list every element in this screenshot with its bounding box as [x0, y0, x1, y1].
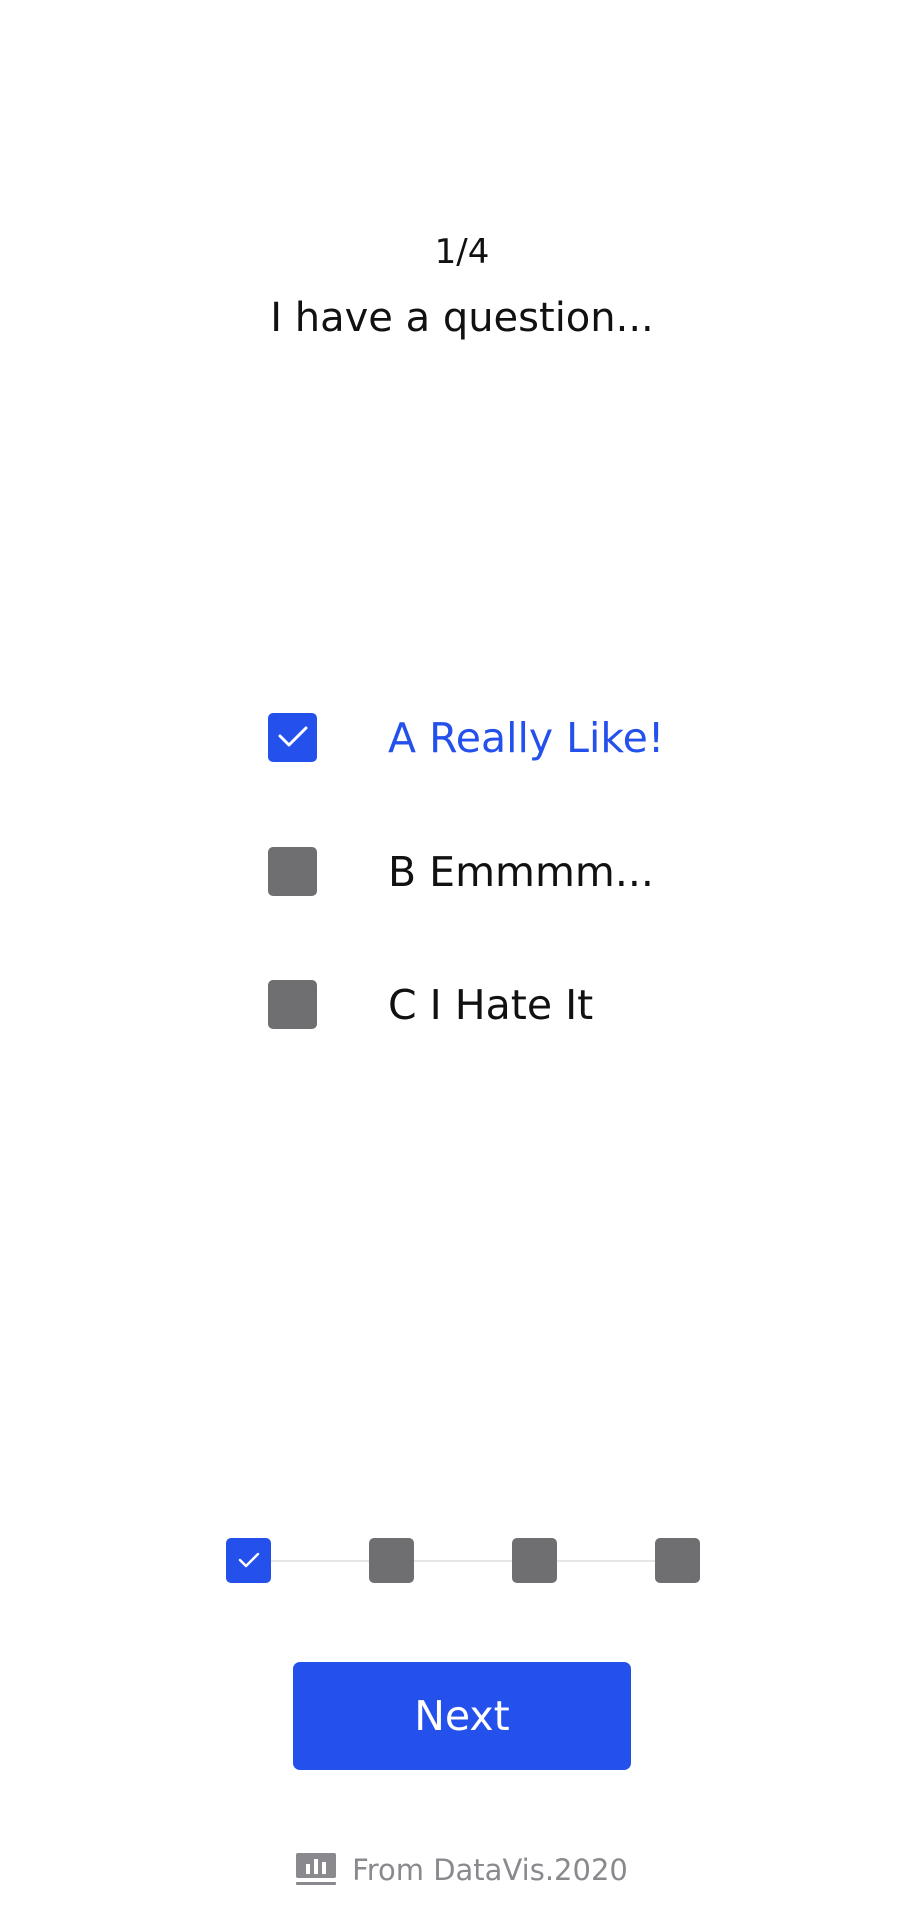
step-2[interactable] — [369, 1538, 414, 1583]
check-icon — [238, 1552, 260, 1568]
checkbox-unchecked-icon[interactable] — [268, 847, 317, 896]
option-label: C I Hate It — [388, 981, 594, 1029]
question-text: I have a question... — [270, 295, 654, 341]
question-stepper — [226, 1538, 700, 1584]
step-1[interactable] — [226, 1538, 271, 1583]
step-3[interactable] — [512, 1538, 557, 1583]
checkbox-unchecked-icon[interactable] — [268, 980, 317, 1029]
option-b[interactable]: B Emmmm... — [268, 842, 768, 902]
footer: From DataVis.2020 — [0, 1848, 924, 1892]
stepper-track — [246, 1560, 680, 1562]
bar-chart-icon — [296, 1853, 337, 1885]
option-c[interactable]: C I Hate It — [268, 975, 768, 1035]
next-button[interactable]: Next — [293, 1662, 631, 1770]
option-label: A Really Like! — [388, 714, 665, 762]
checkbox-checked-icon[interactable] — [268, 713, 317, 762]
progress-counter: 1/4 — [434, 232, 490, 272]
footer-text: From DataVis.2020 — [352, 1853, 628, 1887]
step-4[interactable] — [655, 1538, 700, 1583]
option-label: B Emmmm... — [388, 848, 654, 896]
option-a[interactable]: A Really Like! — [268, 708, 768, 768]
